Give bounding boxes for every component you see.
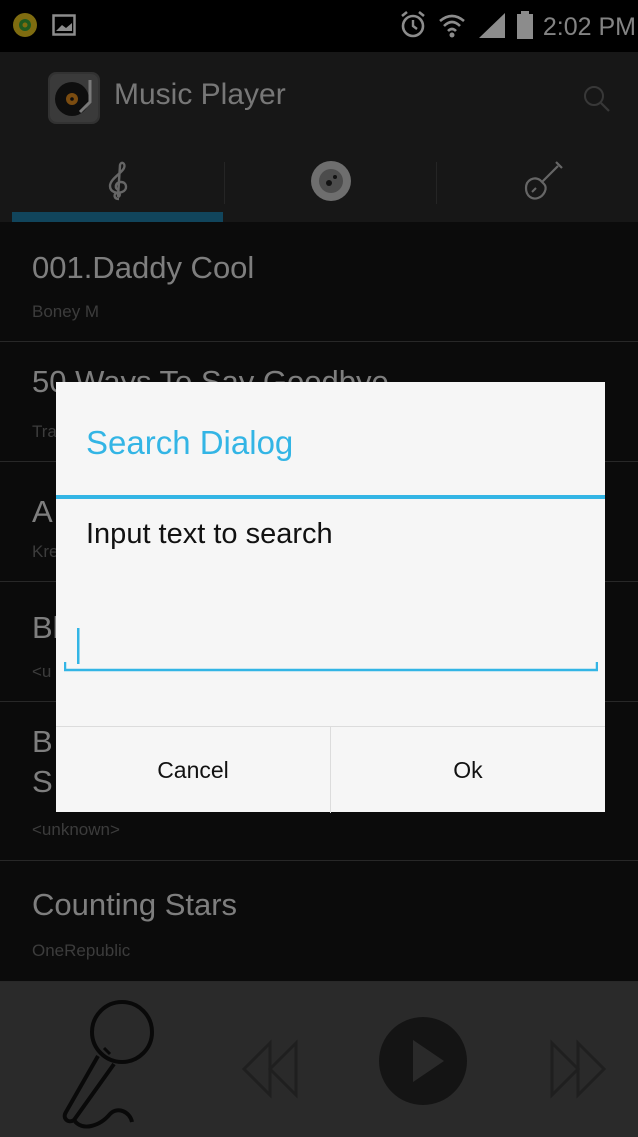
dialog-title: Search Dialog: [86, 424, 294, 461]
ok-button[interactable]: Ok: [331, 727, 605, 813]
search-dialog: Search Dialog Input text to search Cance…: [56, 382, 605, 813]
search-input[interactable]: [63, 618, 599, 678]
music-player-app: 2:02 PM Music Player 001.Daddy Cool Bone…: [0, 0, 638, 1137]
dialog-message: Input text to search: [86, 518, 333, 550]
dialog-title-divider: [56, 495, 605, 499]
dialog-button-bar: Cancel Ok: [56, 726, 605, 813]
cancel-button[interactable]: Cancel: [56, 727, 330, 813]
